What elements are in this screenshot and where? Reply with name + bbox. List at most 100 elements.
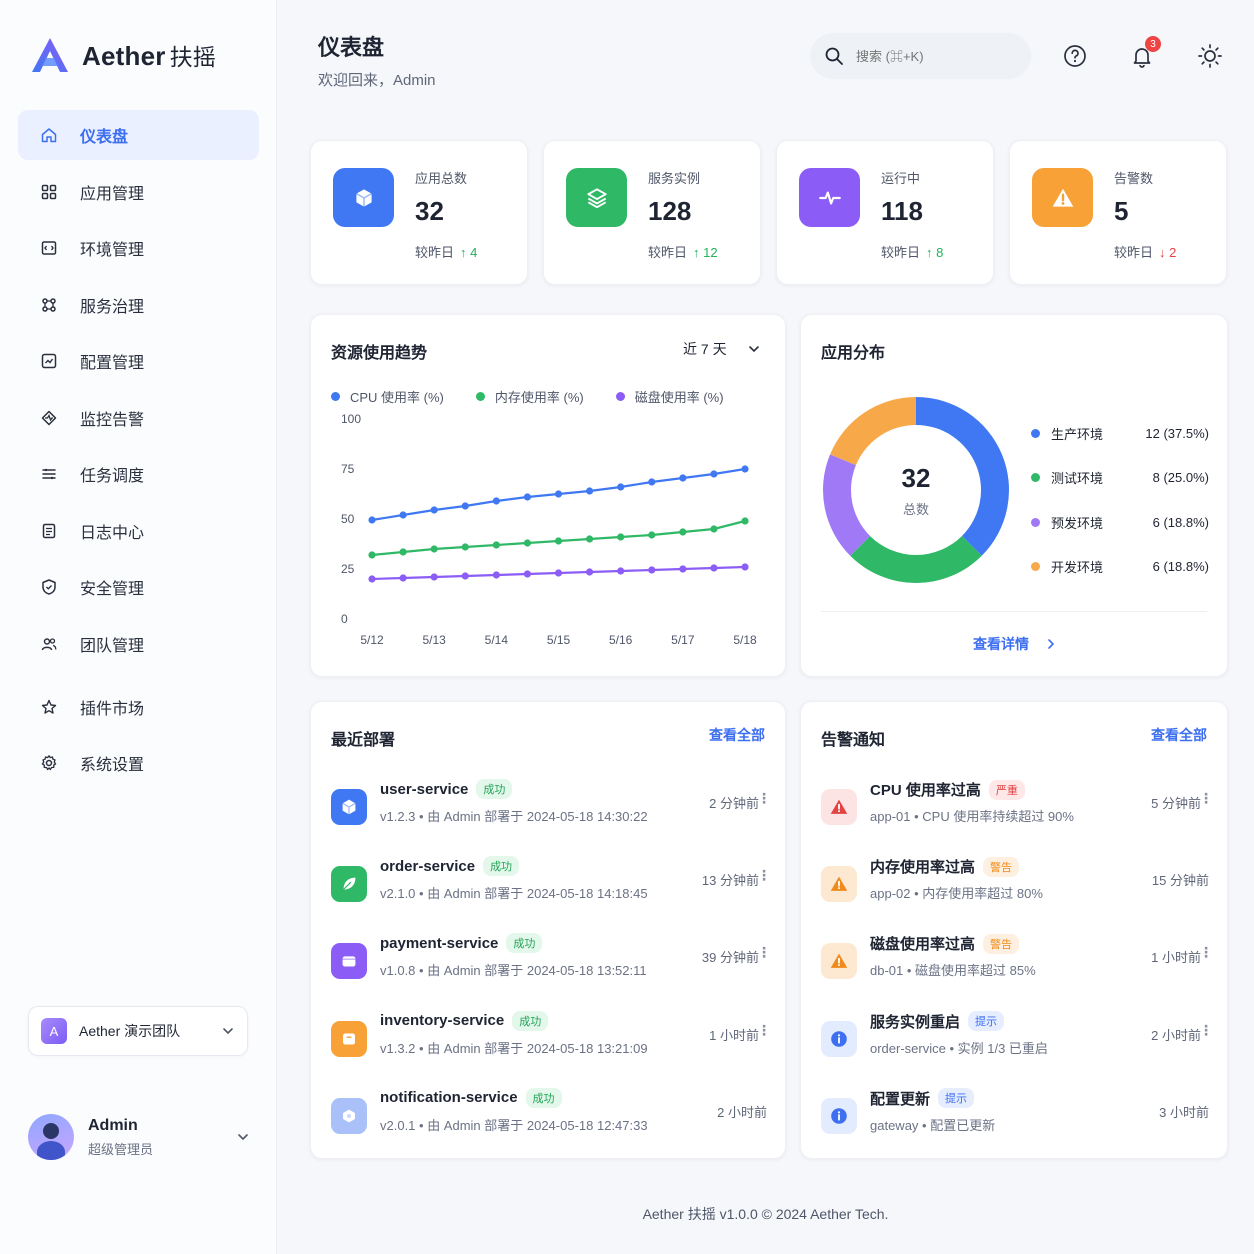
stat-value: 5: [1114, 196, 1129, 226]
data-point[interactable]: [523, 570, 532, 578]
legend-item[interactable]: 开发环境 6 (18.8%): [1031, 545, 1209, 590]
data-point[interactable]: [368, 575, 376, 583]
data-point[interactable]: [648, 478, 656, 486]
service-name[interactable]: order-service: [380, 858, 475, 875]
data-point[interactable]: [679, 528, 687, 536]
data-point[interactable]: [648, 531, 656, 539]
data-point[interactable]: [461, 543, 469, 551]
alert-title[interactable]: 配置更新: [870, 1088, 930, 1109]
data-point[interactable]: [554, 490, 563, 498]
brand[interactable]: Aether 扶摇: [30, 36, 216, 74]
sidebar-item-8[interactable]: 安全管理: [18, 562, 259, 612]
deployment-row[interactable]: user-service 成功 v1.2.3 • 由 Admin 部署于 2024…: [331, 777, 775, 837]
data-point[interactable]: [523, 539, 532, 547]
view-details-link[interactable]: 查看详情: [973, 634, 1057, 654]
more-icon[interactable]: ⋮: [757, 1022, 771, 1039]
data-point[interactable]: [554, 569, 563, 577]
data-point[interactable]: [399, 548, 407, 556]
sidebar-item-5[interactable]: 监控告警: [18, 393, 259, 443]
sidebar-item-11[interactable]: 系统设置: [18, 738, 259, 788]
sidebar-item-9[interactable]: 团队管理: [18, 619, 259, 669]
donut-slice[interactable]: [850, 535, 982, 583]
team-selector[interactable]: A Aether 演示团队: [28, 1006, 248, 1056]
deployment-row[interactable]: payment-service 成功 v1.0.8 • 由 Admin 部署于 2…: [331, 931, 775, 991]
sidebar-item-2[interactable]: 环境管理: [18, 223, 259, 273]
stat-card[interactable]: 应用总数 32 较昨日 ↑ 4: [310, 140, 528, 285]
more-icon[interactable]: ⋮: [1199, 1022, 1213, 1039]
search-box[interactable]: [810, 33, 1031, 79]
alert-title[interactable]: 服务实例重启: [870, 1011, 960, 1032]
data-point[interactable]: [399, 574, 407, 582]
data-point[interactable]: [430, 573, 438, 581]
theme-toggle-button[interactable]: [1197, 43, 1223, 69]
help-button[interactable]: [1062, 43, 1088, 69]
alert-row[interactable]: 内存使用率过高 警告 app-02 • 内存使用率超过 80% 15 分钟前: [821, 854, 1217, 914]
alert-title[interactable]: CPU 使用率过高: [870, 779, 981, 800]
legend-item[interactable]: 预发环境 6 (18.8%): [1031, 500, 1209, 545]
data-point[interactable]: [710, 564, 718, 572]
data-point[interactable]: [523, 493, 532, 501]
data-point[interactable]: [741, 563, 749, 571]
service-name[interactable]: payment-service: [380, 935, 498, 952]
stat-card[interactable]: 服务实例 128 较昨日 ↑ 12: [543, 140, 761, 285]
view-all-alerts-link[interactable]: 查看全部: [1151, 725, 1207, 745]
user-menu[interactable]: Admin 超级管理员: [28, 1112, 250, 1162]
data-point[interactable]: [399, 511, 407, 519]
data-point[interactable]: [368, 516, 376, 524]
data-point[interactable]: [585, 535, 594, 543]
sidebar-item-6[interactable]: 任务调度: [18, 449, 259, 499]
service-name[interactable]: inventory-service: [380, 1012, 504, 1029]
alert-row[interactable]: 磁盘使用率过高 警告 db-01 • 磁盘使用率超过 85% 1 小时前 ⋮: [821, 931, 1217, 991]
data-point[interactable]: [617, 533, 625, 541]
sidebar-item-4[interactable]: 配置管理: [18, 336, 259, 386]
deployment-row[interactable]: order-service 成功 v2.1.0 • 由 Admin 部署于 202…: [331, 854, 775, 914]
more-icon[interactable]: ⋮: [757, 867, 771, 884]
alert-row[interactable]: 配置更新 提示 gateway • 配置已更新 3 小时前: [821, 1086, 1217, 1146]
sidebar-item-3[interactable]: 服务治理: [18, 280, 259, 330]
service-name[interactable]: user-service: [380, 781, 468, 798]
stat-card[interactable]: 运行中 118 较昨日 ↑ 8: [776, 140, 994, 285]
data-point[interactable]: [648, 566, 656, 574]
data-point[interactable]: [617, 483, 625, 491]
more-icon[interactable]: ⋮: [757, 944, 771, 961]
stat-card[interactable]: 告警数 5 较昨日 ↓ 2: [1009, 140, 1227, 285]
deployment-row[interactable]: inventory-service 成功 v1.3.2 • 由 Admin 部署于…: [331, 1009, 775, 1069]
data-point[interactable]: [461, 502, 469, 510]
alert-row[interactable]: 服务实例重启 提示 order-service • 实例 1/3 已重启 2 小时…: [821, 1009, 1217, 1069]
data-point[interactable]: [368, 551, 376, 559]
alert-row[interactable]: CPU 使用率过高 严重 app-01 • CPU 使用率持续超过 90% 5 分…: [821, 777, 1217, 837]
data-point[interactable]: [492, 497, 500, 505]
data-point[interactable]: [710, 470, 718, 478]
more-icon[interactable]: ⋮: [1199, 944, 1213, 961]
sidebar-item-7[interactable]: 日志中心: [18, 506, 259, 556]
deployment-row[interactable]: notification-service 成功 v2.0.1 • 由 Admin …: [331, 1086, 775, 1146]
donut-slice[interactable]: [830, 397, 916, 466]
data-point[interactable]: [585, 487, 594, 495]
data-point[interactable]: [679, 474, 687, 482]
donut-slice[interactable]: [823, 454, 871, 556]
data-point[interactable]: [710, 525, 718, 533]
data-point[interactable]: [461, 572, 469, 580]
more-icon[interactable]: ⋮: [757, 790, 771, 807]
legend-item[interactable]: 生产环境 12 (37.5%): [1031, 411, 1209, 456]
alert-title[interactable]: 内存使用率过高: [870, 856, 975, 877]
data-point[interactable]: [741, 465, 749, 473]
sidebar-item-1[interactable]: 应用管理: [18, 167, 259, 217]
data-point[interactable]: [430, 506, 438, 514]
view-all-deployments-link[interactable]: 查看全部: [709, 725, 765, 745]
alert-title[interactable]: 磁盘使用率过高: [870, 933, 975, 954]
data-point[interactable]: [492, 571, 500, 579]
more-icon[interactable]: ⋮: [1199, 790, 1213, 807]
data-point[interactable]: [617, 567, 625, 575]
data-point[interactable]: [492, 541, 500, 549]
sidebar-item-0[interactable]: 仪表盘: [18, 110, 259, 160]
data-point[interactable]: [741, 517, 749, 525]
data-point[interactable]: [679, 565, 687, 573]
data-point[interactable]: [554, 537, 563, 545]
service-name[interactable]: notification-service: [380, 1089, 518, 1106]
search-input[interactable]: [856, 48, 1006, 64]
data-point[interactable]: [585, 568, 594, 576]
legend-item[interactable]: 测试环境 8 (25.0%): [1031, 456, 1209, 501]
sidebar-item-10[interactable]: 插件市场: [18, 682, 259, 732]
data-point[interactable]: [430, 545, 438, 553]
